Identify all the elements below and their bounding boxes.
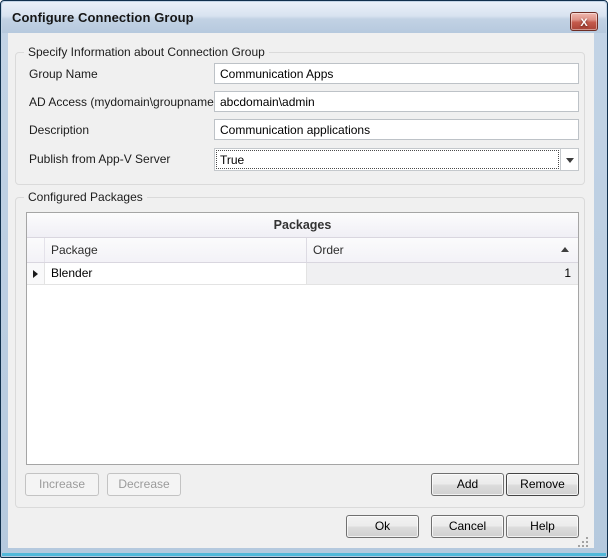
order-cell: 1 xyxy=(307,263,578,284)
remove-button[interactable]: Remove xyxy=(506,473,579,496)
publish-combobox[interactable]: True xyxy=(214,148,579,171)
row-selector-cell xyxy=(27,263,45,284)
ok-button[interactable]: Ok xyxy=(346,515,419,538)
info-groupbox-title: Specify Information about Connection Gro… xyxy=(24,45,269,59)
description-label: Description xyxy=(29,123,89,137)
column-header-row: Package Order xyxy=(27,238,578,263)
publish-combobox-value: True xyxy=(216,150,559,169)
group-name-input[interactable] xyxy=(214,63,579,84)
group-name-label: Group Name xyxy=(29,67,98,81)
close-button[interactable]: X xyxy=(570,12,598,31)
column-header-order-label: Order xyxy=(313,243,344,257)
add-button[interactable]: Add xyxy=(431,473,504,496)
row-selector-icon xyxy=(33,270,38,278)
help-button[interactable]: Help xyxy=(506,515,579,538)
package-cell: Blender xyxy=(45,263,307,284)
packages-banner-header: Packages xyxy=(27,213,578,238)
packages-table: Packages Package Order Blender 1 xyxy=(26,212,579,465)
increase-button[interactable]: Increase xyxy=(25,473,99,496)
decrease-button[interactable]: Decrease xyxy=(107,473,181,496)
close-icon: X xyxy=(580,17,587,29)
ad-access-input[interactable] xyxy=(214,91,579,112)
column-header-package[interactable]: Package xyxy=(45,238,307,262)
chevron-down-icon xyxy=(566,158,574,163)
publish-label: Publish from App-V Server xyxy=(29,152,170,166)
column-header-order[interactable]: Order xyxy=(307,238,578,262)
ad-access-label: AD Access (mydomain\groupname) xyxy=(29,95,218,109)
window-title: Configure Connection Group xyxy=(12,10,194,25)
row-selector-header xyxy=(27,238,45,262)
description-input[interactable] xyxy=(214,119,579,140)
resize-grip[interactable] xyxy=(578,537,580,539)
cancel-button[interactable]: Cancel xyxy=(431,515,504,538)
combo-dropdown-button[interactable] xyxy=(560,149,578,170)
table-row[interactable]: Blender 1 xyxy=(27,263,578,285)
sort-ascending-icon xyxy=(561,247,569,252)
titlebar: Configure Connection Group X xyxy=(2,2,606,33)
configure-connection-group-dialog: Configure Connection Group X Specify Inf… xyxy=(0,0,608,558)
packages-groupbox-title: Configured Packages xyxy=(24,190,147,204)
window-bottom-accent xyxy=(2,553,606,556)
